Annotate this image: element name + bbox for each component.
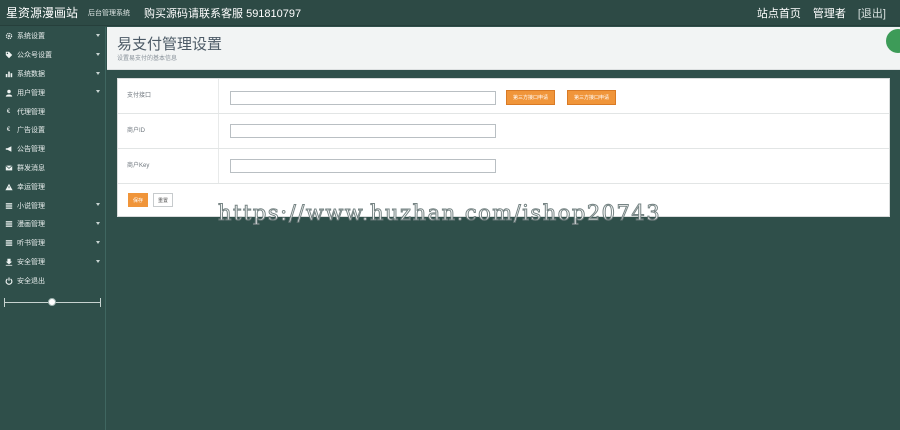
- power-icon: [4, 276, 13, 285]
- chevron-down-icon: [96, 34, 100, 37]
- sidebar-item-security-management[interactable]: 安全管理: [0, 253, 105, 272]
- brand-subtitle: 后台管理系统: [88, 9, 131, 17]
- list-icon: [4, 220, 13, 229]
- floating-action-button[interactable]: [886, 29, 900, 53]
- label-cell: 商户Key: [118, 149, 219, 183]
- site-home-link[interactable]: 站点首页: [757, 5, 801, 21]
- gear-icon: [4, 32, 13, 41]
- slider-tick-right: [100, 298, 101, 308]
- sidebar-item-announcements[interactable]: 公告管理: [0, 140, 105, 159]
- chevron-down-icon: [96, 259, 100, 263]
- page-subtitle: 设置易支付的基本信息: [117, 56, 178, 62]
- bar-chart-icon: [4, 69, 13, 78]
- sidebar-item-agent-management[interactable]: € 代理管理: [0, 102, 105, 121]
- sidebar-item-label: 幸运管理: [17, 183, 45, 191]
- slider-thumb[interactable]: [48, 298, 56, 307]
- chevron-down-icon: [96, 203, 100, 207]
- apply-interface-button-1[interactable]: 第三方接口申请: [506, 90, 555, 105]
- form-row-payment-interface: 支付接口 第三方接口申请 第三方接口申请: [118, 79, 889, 114]
- chevron-down-icon: [96, 90, 100, 94]
- contact-notice: 购买源码请联系客服 591810797: [144, 7, 302, 20]
- sidebar-item-mass-message[interactable]: 群发消息: [0, 159, 105, 178]
- user-icon: [4, 88, 13, 97]
- field-label: 商户Key: [127, 163, 150, 169]
- tag-icon: [4, 51, 13, 60]
- megaphone-icon: [4, 145, 13, 154]
- form-row-merchant-key: 商户Key: [118, 149, 889, 184]
- label-cell: 商户ID: [118, 114, 219, 148]
- slider-tick-left: [4, 298, 5, 308]
- warning-icon: [4, 182, 13, 191]
- logout-link[interactable]: [退出]: [858, 5, 886, 21]
- list-icon: [4, 201, 13, 210]
- page-title: 易支付管理设置: [117, 36, 223, 53]
- euro-icon: €: [6, 127, 11, 134]
- sidebar-item-label: 安全管理: [17, 258, 45, 266]
- sidebar-item-wechat-settings[interactable]: 公众号设置: [0, 46, 105, 65]
- sidebar-item-label: 群发消息: [17, 164, 45, 172]
- save-button[interactable]: 保存: [128, 193, 148, 207]
- sidebar-item-label: 广告设置: [17, 127, 45, 135]
- sidebar-item-comic-management[interactable]: 漫画管理: [0, 215, 105, 234]
- sidebar-item-novel-management[interactable]: 小说管理: [0, 196, 105, 215]
- sidebar-item-label: 安全退出: [17, 277, 45, 285]
- field-label: 支付接口: [127, 93, 152, 99]
- sidebar-item-label: 公告管理: [17, 146, 45, 154]
- sidebar-item-lucky-management[interactable]: 幸运管理: [0, 177, 105, 196]
- list-icon: [4, 239, 13, 248]
- chevron-down-icon: [96, 52, 100, 56]
- apply-interface-button-2[interactable]: 第三方接口申请: [567, 90, 616, 105]
- top-nav: 站点首页 管理者 [退出]: [757, 0, 886, 26]
- top-bar: 星资源漫画站 后台管理系统 购买源码请联系客服 591810797 站点首页 管…: [0, 0, 900, 26]
- sidebar-item-ad-settings[interactable]: € 广告设置: [0, 121, 105, 140]
- merchant-id-input[interactable]: [230, 124, 496, 138]
- reset-button[interactable]: 重置: [153, 193, 173, 207]
- sidebar-item-logout[interactable]: 安全退出: [0, 271, 105, 290]
- sidebar-item-audiobook-management[interactable]: 听书管理: [0, 234, 105, 253]
- sidebar: 系统设置 公众号设置 系统数据 用户管理 € 代理管理 € 广告设置 公告管理 …: [0, 27, 106, 430]
- chevron-down-icon: [96, 221, 100, 225]
- sidebar-item-label: 漫画管理: [17, 221, 45, 229]
- form-row-merchant-id: 商户ID: [118, 114, 889, 149]
- watermark-text: https://www.huzhan.com/ishop20743: [217, 201, 662, 226]
- payment-settings-form: 支付接口 第三方接口申请 第三方接口申请 商户ID 商户Key 保存 重置: [117, 78, 890, 217]
- field-label: 商户ID: [127, 128, 146, 134]
- sidebar-width-slider[interactable]: [4, 296, 101, 310]
- sidebar-item-label: 听书管理: [17, 240, 45, 248]
- sidebar-item-label: 代理管理: [17, 108, 45, 116]
- label-cell: 支付接口: [118, 79, 219, 113]
- sidebar-item-label: 系统设置: [17, 33, 45, 41]
- sidebar-item-label: 公众号设置: [17, 52, 52, 60]
- merchant-key-input[interactable]: [230, 159, 496, 173]
- sidebar-item-system-data[interactable]: 系统数据: [0, 65, 105, 84]
- admin-link[interactable]: 管理者: [813, 5, 846, 21]
- chevron-down-icon: [96, 71, 100, 75]
- euro-icon: €: [6, 108, 11, 115]
- sidebar-item-label: 小说管理: [17, 202, 45, 210]
- site-brand[interactable]: 星资源漫画站: [0, 4, 78, 21]
- mail-icon: [4, 163, 13, 172]
- sidebar-item-label: 用户管理: [17, 89, 45, 97]
- sidebar-item-user-management[interactable]: 用户管理: [0, 83, 105, 102]
- chevron-down-icon: [96, 240, 100, 244]
- sidebar-item-label: 系统数据: [17, 70, 45, 78]
- payment-interface-input[interactable]: [230, 91, 496, 105]
- sidebar-item-system-settings[interactable]: 系统设置: [0, 27, 105, 46]
- download-icon: [4, 257, 13, 266]
- page-header: 易支付管理设置 设置易支付的基本信息: [107, 27, 900, 70]
